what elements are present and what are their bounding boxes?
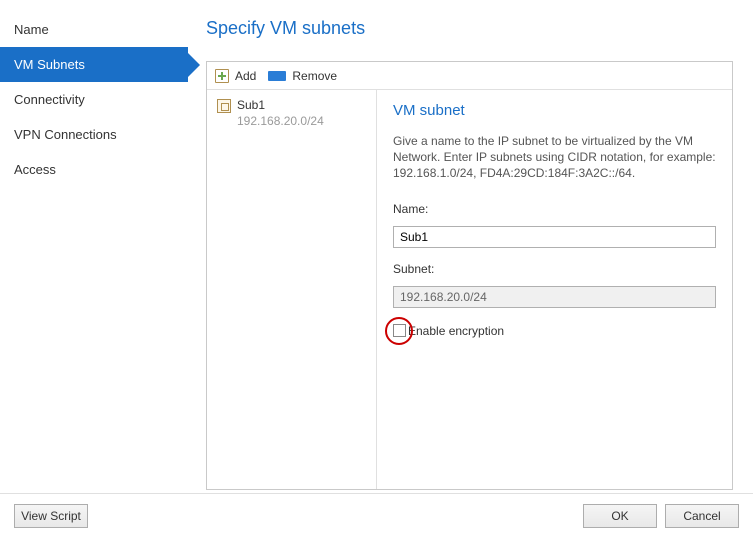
subnet-icon	[217, 99, 231, 113]
enable-encryption-label: Enable encryption	[408, 324, 504, 338]
enable-encryption-checkbox[interactable]	[393, 324, 406, 337]
sidebar-item-connectivity[interactable]: Connectivity	[0, 82, 188, 117]
sidebar-item-name[interactable]: Name	[0, 12, 188, 47]
name-input[interactable]	[393, 226, 716, 248]
page-title: Specify VM subnets	[206, 18, 733, 39]
cancel-button[interactable]: Cancel	[665, 504, 739, 528]
remove-button[interactable]: Remove	[268, 69, 337, 83]
remove-icon	[268, 71, 286, 81]
list-item-name: Sub1	[237, 98, 324, 114]
content-area: Specify VM subnets Add Remove Sub1	[188, 0, 753, 490]
view-script-button[interactable]: View Script	[14, 504, 88, 528]
subnet-panel: Add Remove Sub1 192.168.20.0/24	[206, 61, 733, 490]
toolbar: Add Remove	[207, 62, 732, 90]
enable-encryption-row[interactable]: Enable encryption	[393, 324, 716, 338]
add-button[interactable]: Add	[215, 69, 256, 83]
subnet-list: Sub1 192.168.20.0/24	[207, 90, 377, 489]
name-label: Name:	[393, 202, 716, 216]
ok-button[interactable]: OK	[583, 504, 657, 528]
sidebar-item-access[interactable]: Access	[0, 152, 188, 187]
list-item-cidr: 192.168.20.0/24	[237, 114, 324, 130]
section-description: Give a name to the IP subnet to be virtu…	[393, 133, 716, 182]
sidebar-item-vpn-connections[interactable]: VPN Connections	[0, 117, 188, 152]
detail-pane: VM subnet Give a name to the IP subnet t…	[377, 90, 732, 489]
add-label: Add	[235, 69, 256, 83]
dialog-footer: View Script OK Cancel	[0, 493, 753, 537]
section-title: VM subnet	[393, 102, 716, 119]
subnet-label: Subnet:	[393, 262, 716, 276]
add-icon	[215, 69, 229, 83]
sidebar-item-vm-subnets[interactable]: VM Subnets	[0, 47, 188, 82]
wizard-sidebar: Name VM Subnets Connectivity VPN Connect…	[0, 0, 188, 490]
subnet-input[interactable]	[393, 286, 716, 308]
remove-label: Remove	[292, 69, 337, 83]
list-item[interactable]: Sub1 192.168.20.0/24	[211, 94, 372, 133]
